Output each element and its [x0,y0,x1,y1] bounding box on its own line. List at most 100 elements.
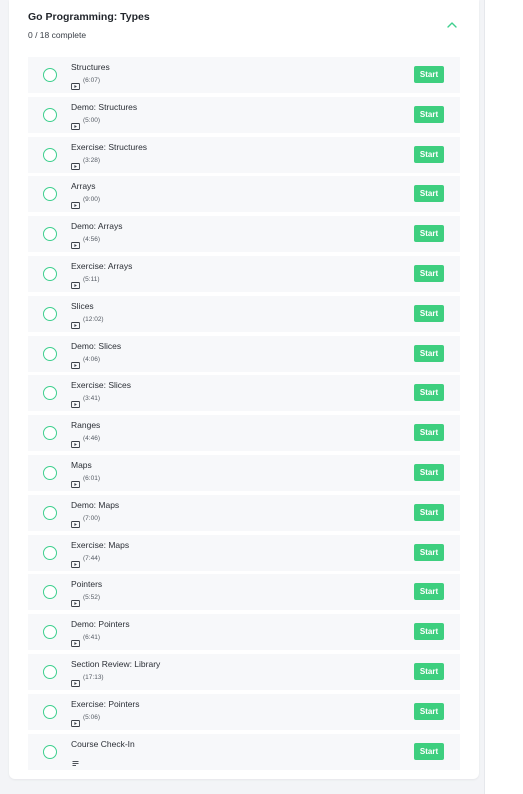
lesson-list: Structures (6:07) Start Demo: Structures… [28,57,460,773]
lesson-meta: (5:52) [71,594,100,608]
lesson-row[interactable]: Pointers (5:52) Start [28,574,460,611]
lesson-row[interactable]: Demo: Maps (7:00) Start [28,494,460,531]
lesson-duration: (4:56) [83,236,100,244]
lesson-meta: (4:56) [71,236,100,250]
lesson-duration: (6:07) [83,77,100,84]
incomplete-circle-icon[interactable] [43,704,57,719]
start-button[interactable]: Start [414,424,444,442]
lesson-meta: (7:00) [71,515,100,528]
lesson-meta: (17:13) [71,673,104,687]
lesson-row[interactable]: Exercise: Structures (3:28) Start [28,136,460,173]
video-icon [71,395,80,409]
video-icon [71,475,80,488]
video-icon [71,236,80,250]
start-button[interactable]: Start [414,66,444,83]
incomplete-circle-icon[interactable] [43,107,57,122]
lesson-row[interactable]: Exercise: Slices (3:41) Start [28,375,460,412]
incomplete-circle-icon[interactable] [43,505,57,520]
lesson-duration: (6:41) [83,634,100,642]
lesson-duration: (3:28) [83,156,100,164]
video-icon [71,634,80,648]
lesson-meta: (4:06) [71,356,100,369]
lesson-row[interactable]: Maps (6:01) Start [28,454,460,491]
lesson-duration: (17:13) [83,673,104,681]
section-header[interactable]: Go Programming: Types 0 / 18 complete [9,0,479,50]
start-button[interactable]: Start [414,304,444,322]
video-icon [71,276,80,289]
collapse-button[interactable] [443,16,461,34]
incomplete-circle-icon[interactable] [43,346,57,361]
start-button[interactable]: Start [414,384,444,402]
lesson-row[interactable]: Exercise: Maps (7:44) Start [28,534,460,571]
start-button[interactable]: Start [414,623,444,641]
lesson-row[interactable]: Demo: Structures (5:00) Start [28,96,460,133]
incomplete-circle-icon[interactable] [43,744,57,759]
lesson-meta: (5:00) [71,117,100,130]
lesson-meta: (3:41) [71,395,100,409]
start-button[interactable]: Start [414,463,444,481]
incomplete-circle-icon[interactable] [43,306,57,321]
video-icon [71,515,80,528]
video-icon [71,435,80,449]
start-button[interactable]: Start [414,344,444,362]
lesson-meta: (9:00) [71,196,100,210]
lesson-meta: (6:41) [71,634,100,648]
start-button[interactable]: Start [414,702,444,720]
chevron-up-icon [447,22,457,28]
section-title: Go Programming: Types [28,11,150,23]
incomplete-circle-icon[interactable] [43,585,57,600]
lesson-meta: (5:11) [71,276,100,289]
video-icon [71,117,80,130]
start-button[interactable]: Start [414,225,444,243]
lesson-row[interactable]: Exercise: Arrays (5:11) Start [28,255,460,292]
incomplete-circle-icon[interactable] [43,68,57,82]
lesson-row[interactable]: Arrays (9:00) Start [28,176,460,213]
lesson-meta: (6:01) [71,475,100,488]
lesson-row[interactable]: Slices (12:02) Start [28,295,460,332]
lesson-row[interactable]: Section Review: Library (17:13) Start [28,653,460,690]
start-button[interactable]: Start [414,543,444,561]
incomplete-circle-icon[interactable] [43,545,57,560]
lesson-title: Pointers [71,579,103,590]
lesson-title: Maps [71,459,92,470]
lesson-row[interactable]: Course Check-In Start [28,733,460,770]
incomplete-circle-icon[interactable] [43,465,57,480]
video-icon [71,356,80,369]
incomplete-circle-icon[interactable] [43,664,57,679]
incomplete-circle-icon[interactable] [43,187,57,202]
lesson-duration: (4:46) [83,435,100,443]
lesson-title: Demo: Pointers [71,619,130,630]
start-button[interactable]: Start [414,264,444,282]
start-button[interactable]: Start [414,503,444,521]
lesson-row[interactable]: Structures (6:07) Start [28,57,460,93]
section-card: Go Programming: Types 0 / 18 complete St… [9,0,479,779]
start-button[interactable]: Start [414,145,444,163]
lesson-row[interactable]: Demo: Pointers (6:41) Start [28,614,460,651]
incomplete-circle-icon[interactable] [43,227,57,242]
lesson-title: Arrays [71,181,96,192]
lesson-row[interactable]: Ranges (4:46) Start [28,415,460,452]
text-icon [71,754,80,766]
video-icon [71,674,80,687]
lesson-meta: (4:46) [71,435,100,449]
start-button[interactable]: Start [414,742,444,760]
lesson-row[interactable]: Exercise: Pointers (5:06) Start [28,693,460,730]
lesson-row[interactable]: Demo: Slices (4:06) Start [28,335,460,372]
incomplete-circle-icon[interactable] [43,147,57,162]
lesson-title: Structures [71,62,110,72]
incomplete-circle-icon[interactable] [43,426,57,441]
lesson-title: Exercise: Slices [71,380,131,391]
right-rail [484,0,523,794]
start-button[interactable]: Start [414,185,444,203]
start-button[interactable]: Start [414,583,444,601]
start-button[interactable]: Start [414,105,444,123]
incomplete-circle-icon[interactable] [43,386,57,401]
incomplete-circle-icon[interactable] [43,266,57,281]
lesson-row[interactable]: Demo: Arrays (4:56) Start [28,216,460,253]
lesson-title: Section Review: Library [71,658,161,669]
lesson-duration: (5:06) [83,713,100,721]
start-button[interactable]: Start [414,662,444,680]
lesson-title: Slices [71,300,94,311]
lesson-meta: (3:28) [71,156,100,170]
incomplete-circle-icon[interactable] [43,625,57,640]
